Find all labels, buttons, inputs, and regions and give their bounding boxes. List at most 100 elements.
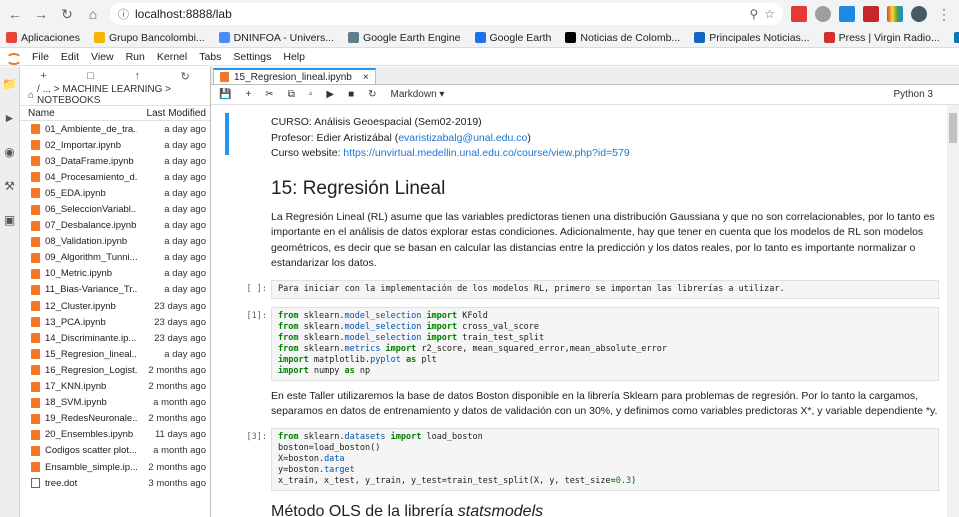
- file-row[interactable]: 01_Ambiente_de_tra... a day ago: [20, 121, 210, 137]
- cell-type-select[interactable]: Markdown ▾: [391, 89, 445, 100]
- menu-settings[interactable]: Settings: [233, 51, 271, 63]
- bookmark-item[interactable]: Google Earth Engine: [348, 32, 461, 44]
- file-row[interactable]: 17_KNN.ipynb 2 months ago: [20, 379, 210, 395]
- menu-help[interactable]: Help: [283, 51, 305, 63]
- code-input-1[interactable]: Para iniciar con la implementación de lo…: [271, 279, 939, 299]
- file-row[interactable]: 18_SVM.ipynb a month ago: [20, 395, 210, 411]
- notebook-icon: [31, 188, 40, 199]
- cell-prompt-3: [3]:: [246, 431, 267, 442]
- menu-file[interactable]: File: [32, 51, 49, 63]
- file-row[interactable]: 04_Procesamiento_d... a day ago: [20, 169, 210, 185]
- refresh-icon[interactable]: ↻: [181, 70, 190, 83]
- file-row[interactable]: 02_Importar.ipynb a day ago: [20, 137, 210, 153]
- run-icon[interactable]: ▶: [326, 89, 334, 100]
- file-row[interactable]: 19_RedesNeuronale... 2 months ago: [20, 411, 210, 427]
- tab-notebook[interactable]: 15_Regresion_lineal.ipynb ×: [213, 68, 376, 84]
- menu-run[interactable]: Run: [126, 51, 145, 63]
- kernel-name[interactable]: Python 3: [894, 89, 933, 100]
- dropbox-extension-icon[interactable]: [839, 6, 855, 22]
- folder-icon[interactable]: 📁: [2, 77, 17, 91]
- file-row[interactable]: 10_Metric.ipynb a day ago: [20, 266, 210, 282]
- forward-icon[interactable]: →: [32, 5, 50, 23]
- file-row[interactable]: 07_Desbalance.ipynb a day ago: [20, 218, 210, 234]
- file-row[interactable]: 11_Bias-Variance_Tr... a day ago: [20, 282, 210, 298]
- upload-icon[interactable]: ↑: [134, 70, 140, 82]
- file-row[interactable]: 09_Algorithm_Tunni... a day ago: [20, 250, 210, 266]
- wrench-icon[interactable]: ⚒: [4, 179, 15, 193]
- code-input-2[interactable]: from sklearn.model_selection import KFol…: [271, 306, 939, 381]
- zoom-icon[interactable]: ⚲: [749, 7, 758, 21]
- breadcrumb-home-icon[interactable]: ⌂: [28, 90, 34, 101]
- bookmark-item[interactable]: Noticias de Colomb...: [565, 32, 680, 44]
- breadcrumb[interactable]: ⌂ / ... > MACHINE LEARNING > NOTEBOOKS: [20, 84, 210, 106]
- file-row[interactable]: tree.dot 3 months ago: [20, 475, 210, 491]
- bookmark-item[interactable]: Grupo Bancolombi...: [93, 32, 205, 44]
- menu-tabs[interactable]: Tabs: [199, 51, 221, 63]
- file-row[interactable]: Codigos scatter plot... a month ago: [20, 443, 210, 459]
- restart-icon[interactable]: ↻: [368, 89, 376, 100]
- bookmark-item[interactable]: Google Earth: [474, 32, 551, 44]
- file-row[interactable]: 16_Regresion_Logist... 2 months ago: [20, 362, 210, 378]
- tabs-icon[interactable]: ▣: [4, 213, 15, 227]
- menu-kernel[interactable]: Kernel: [157, 51, 187, 63]
- file-row[interactable]: 13_PCA.ipynb 23 days ago: [20, 314, 210, 330]
- cut-icon[interactable]: ✂: [265, 89, 273, 100]
- column-name[interactable]: Name: [28, 108, 147, 119]
- pdf-extension-icon[interactable]: [791, 6, 807, 22]
- reload-icon[interactable]: ↻: [58, 5, 76, 23]
- code-input-3[interactable]: from sklearn.datasets import load_boston…: [271, 427, 939, 491]
- file-row[interactable]: 12_Cluster.ipynb 23 days ago: [20, 298, 210, 314]
- color-extension-icon[interactable]: [887, 6, 903, 22]
- file-name: 07_Desbalance.ipynb: [45, 220, 137, 232]
- intro-text[interactable]: La Regresión Lineal (RL) asume que las v…: [225, 210, 939, 272]
- save-icon[interactable]: 💾: [219, 89, 231, 100]
- file-row[interactable]: 05_EDA.ipynb a day ago: [20, 185, 210, 201]
- bookmark-item[interactable]: Principales Noticias...: [694, 32, 810, 44]
- maps-extension-icon[interactable]: [863, 6, 879, 22]
- bookmark-item[interactable]: Trello: [953, 32, 959, 44]
- scrollbar[interactable]: [947, 105, 959, 517]
- website-link[interactable]: https://unvirtual.medellin.unal.edu.co/c…: [343, 147, 629, 159]
- avatar[interactable]: [911, 6, 927, 22]
- email-link[interactable]: evaristizabalg@unal.edu.co: [398, 132, 527, 144]
- menu-edit[interactable]: Edit: [61, 51, 79, 63]
- bookmark-item[interactable]: Aplicaciones: [6, 32, 80, 44]
- back-icon[interactable]: ←: [6, 5, 24, 23]
- file-modified: 23 days ago: [154, 316, 206, 328]
- breadcrumb-text[interactable]: / ... > MACHINE LEARNING > NOTEBOOKS: [37, 84, 210, 106]
- new-launcher-icon[interactable]: +: [40, 70, 46, 82]
- address-bar[interactable]: ⓘ localhost:8888/lab ⚲ ☆: [110, 3, 783, 25]
- file-row[interactable]: 20_Ensembles.ipynb 11 days ago: [20, 427, 210, 443]
- file-row[interactable]: Ensamble_simple.ip... 2 months ago: [20, 459, 210, 475]
- home-icon[interactable]: ⌂: [84, 5, 102, 23]
- running-icon[interactable]: ►: [4, 111, 16, 125]
- file-row[interactable]: 08_Validation.ipynb a day ago: [20, 234, 210, 250]
- shield-extension-icon[interactable]: [815, 6, 831, 22]
- menu-kebab-icon[interactable]: ⋮: [935, 5, 953, 23]
- professor-line: Profesor: Edier Aristizábal (evaristizab…: [271, 131, 939, 147]
- file-row[interactable]: 14_Discriminante.ip... 23 days ago: [20, 330, 210, 346]
- insert-cell-icon[interactable]: +: [245, 89, 251, 100]
- stop-icon[interactable]: ■: [348, 89, 354, 100]
- file-row[interactable]: 06_SeleccionVariabl... a day ago: [20, 201, 210, 217]
- scrollbar-thumb[interactable]: [949, 113, 957, 143]
- bookmark-item[interactable]: Press | Virgin Radio...: [823, 32, 940, 44]
- column-last-modified[interactable]: Last Modified: [147, 108, 206, 119]
- code-cell-1[interactable]: [ ]: Para iniciar con la implementación …: [225, 279, 939, 299]
- close-tab-icon[interactable]: ×: [363, 72, 369, 83]
- info-icon[interactable]: ⓘ: [118, 6, 129, 22]
- code-cell-2[interactable]: [1]: from sklearn.model_selection import…: [225, 306, 939, 381]
- markdown-cell-header[interactable]: CURSO: Análisis Geoespacial (Sem02-2019)…: [225, 105, 939, 162]
- menu-view[interactable]: View: [91, 51, 114, 63]
- copy-icon[interactable]: ⧉: [288, 89, 295, 100]
- star-icon[interactable]: ☆: [764, 7, 775, 21]
- bookmark-item[interactable]: DNINFOA - Univers...: [218, 32, 334, 44]
- left-activity-bar: 📁 ► ◉ ⚒ ▣: [0, 67, 20, 517]
- file-row[interactable]: 15_Regresion_lineal.... a day ago: [20, 346, 210, 362]
- paste-icon[interactable]: ▫: [309, 89, 313, 100]
- code-cell-3[interactable]: [3]: from sklearn.datasets import load_b…: [225, 427, 939, 491]
- boston-text[interactable]: En este Taller utilizaremos la base de d…: [225, 389, 939, 420]
- file-row[interactable]: 03_DataFrame.ipynb a day ago: [20, 153, 210, 169]
- palette-icon[interactable]: ◉: [4, 145, 14, 159]
- new-folder-icon[interactable]: □: [87, 70, 94, 82]
